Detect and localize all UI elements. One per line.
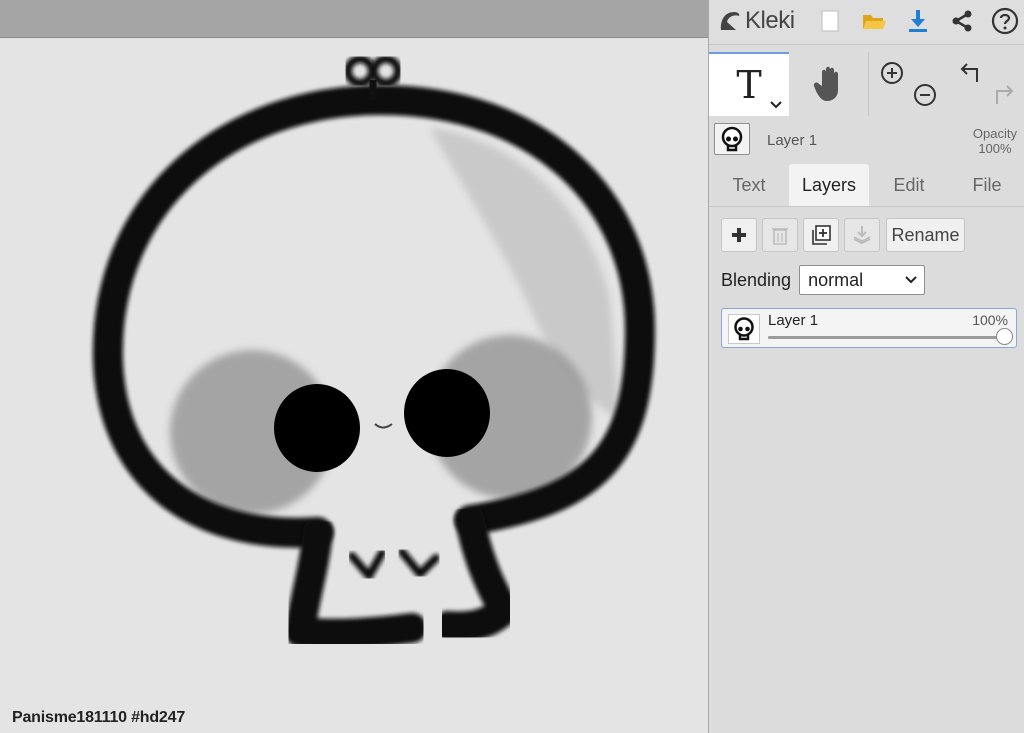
drawing-canvas[interactable]: Panisme181110 #hd247 <box>0 0 708 733</box>
chevron-down-icon <box>905 276 917 284</box>
right-eye <box>404 369 490 457</box>
opacity-label: Opacity <box>972 126 1017 141</box>
canvas-drawing[interactable] <box>0 38 708 733</box>
app-name: Kleki <box>745 7 795 34</box>
hand-tool-button[interactable] <box>789 52 869 116</box>
tab-text[interactable]: Text <box>709 164 789 206</box>
blank-page-icon <box>821 10 839 32</box>
blending-value: normal <box>808 269 864 290</box>
current-layer-thumbnail <box>714 123 750 155</box>
tab-file[interactable]: File <box>949 164 1024 206</box>
blending-select[interactable]: normal <box>799 265 926 295</box>
merge-down-button[interactable] <box>844 218 880 252</box>
redo-icon[interactable] <box>989 82 1015 108</box>
new-image-button[interactable] <box>813 4 847 38</box>
plus-icon <box>732 228 746 242</box>
zoom-tool-group <box>869 52 949 116</box>
sprout-right <box>370 55 402 87</box>
layer-item-opacity: 100% <box>972 312 1008 328</box>
delete-layer-button[interactable] <box>762 218 798 252</box>
download-icon <box>909 10 927 32</box>
left-eye <box>274 384 360 472</box>
zoom-in-icon[interactable] <box>879 60 905 86</box>
blending-row: Blending normal <box>721 264 926 296</box>
layer-item-thumbnail <box>728 314 760 344</box>
folder-icon <box>863 15 886 29</box>
panel-tabs: Text Layers Edit File <box>709 164 1024 207</box>
current-layer-name: Layer 1 <box>767 132 818 149</box>
chest-mark-left <box>348 549 386 580</box>
tool-row: T <box>709 52 1024 116</box>
hand-icon <box>813 66 838 101</box>
add-layer-button[interactable] <box>721 218 757 252</box>
body-right <box>433 505 519 642</box>
tab-layers[interactable]: Layers <box>789 164 869 206</box>
help-icon <box>991 7 1019 35</box>
share-button[interactable] <box>945 4 979 38</box>
mouth <box>374 423 393 429</box>
layer-opacity-slider[interactable] <box>768 336 1004 339</box>
current-layer-opacity: Opacity 100% <box>973 126 1017 156</box>
side-panel: Kleki T Layer 1 Opacity 100% Text Layers… <box>708 0 1024 733</box>
chevron-down-icon[interactable] <box>770 100 782 110</box>
undo-icon[interactable] <box>959 60 985 86</box>
trash-icon <box>772 228 788 245</box>
sprout-left <box>344 55 376 87</box>
kleki-logo-icon <box>720 12 740 30</box>
text-tool-button[interactable]: T <box>709 52 789 116</box>
opacity-value: 100% <box>978 141 1012 156</box>
blending-label: Blending <box>721 269 792 290</box>
rename-layer-button[interactable]: Rename <box>886 218 965 252</box>
canvas-watermark: Panisme181110 #hd247 <box>12 709 186 726</box>
layer-opacity-slider-handle[interactable] <box>995 328 1013 345</box>
canvas-top-strip <box>0 0 708 38</box>
merge-down-icon <box>853 226 871 245</box>
text-tool-glyph: T <box>736 63 762 107</box>
download-button[interactable] <box>901 4 935 38</box>
skull-thumbnail-icon <box>721 126 743 152</box>
tab-edit[interactable]: Edit <box>869 164 949 206</box>
layer-item-name: Layer 1 <box>768 312 819 329</box>
current-layer-info: Layer 1 Opacity 100% <box>709 120 1024 160</box>
undo-redo-group <box>949 52 1024 116</box>
app-topbar: Kleki <box>709 0 1024 45</box>
kleki-logo[interactable]: Kleki <box>717 4 795 38</box>
open-file-button[interactable] <box>857 4 891 38</box>
share-icon <box>952 10 972 32</box>
zoom-out-icon[interactable] <box>912 82 938 108</box>
duplicate-icon <box>812 225 831 245</box>
body-left <box>285 517 427 649</box>
help-button[interactable] <box>988 4 1022 38</box>
skull-thumbnail-icon <box>734 317 754 341</box>
chest-mark-right <box>398 548 440 578</box>
layer-list-item[interactable]: Layer 1 100% <box>721 308 1017 348</box>
duplicate-layer-button[interactable] <box>803 218 839 252</box>
